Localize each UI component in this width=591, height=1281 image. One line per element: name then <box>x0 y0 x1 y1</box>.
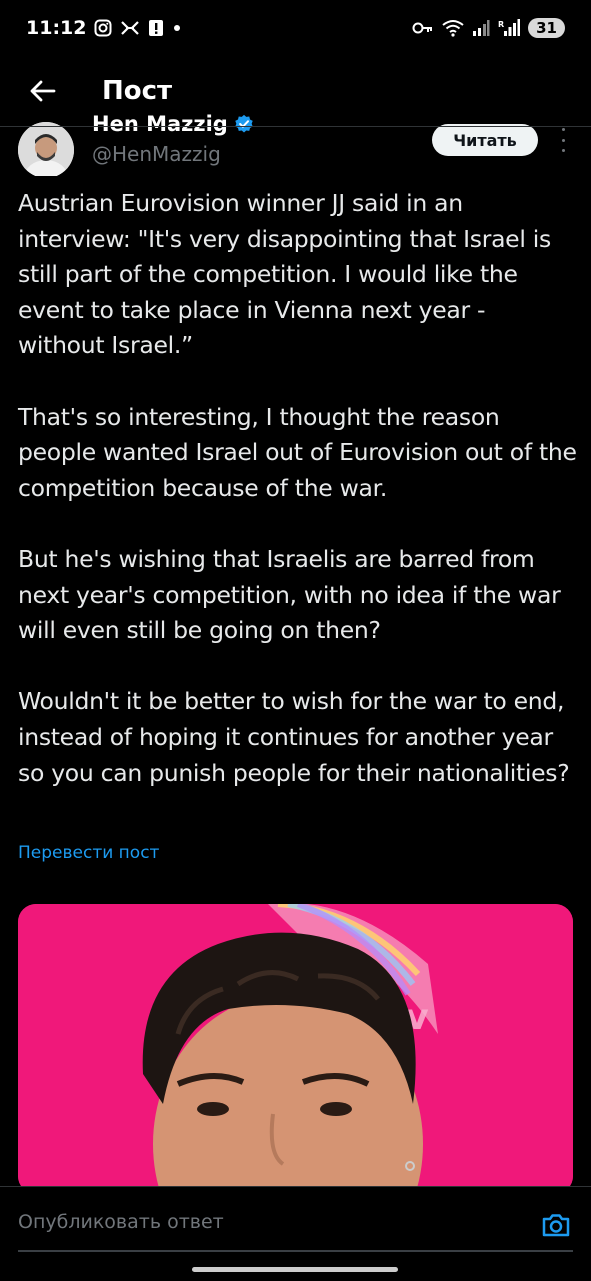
status-time: 11:12 <box>26 17 87 39</box>
post-paragraph: But he's wishing that Israelis are barre… <box>18 544 561 645</box>
avatar[interactable] <box>18 122 74 176</box>
post-media-image[interactable]: tv <box>18 904 573 1194</box>
back-arrow-icon[interactable] <box>22 71 62 111</box>
follow-button[interactable]: Читать <box>432 124 538 156</box>
post-paragraph: That's so interesting, I thought the rea… <box>18 402 577 502</box>
home-indicator[interactable] <box>192 1267 398 1272</box>
signal-roaming-icon: R <box>498 19 521 36</box>
wifi-icon <box>442 20 464 37</box>
author-handle[interactable]: @HenMazzig <box>92 142 221 166</box>
more-options-icon[interactable] <box>556 128 570 152</box>
instagram-icon <box>94 19 112 37</box>
status-bar: 11:12 R 31 <box>0 0 591 56</box>
verified-badge-icon <box>235 114 253 133</box>
key-icon <box>412 22 433 34</box>
reply-input[interactable]: Опубликовать ответ <box>18 1211 224 1233</box>
post-paragraph: Wouldn't it be better to wish for the wa… <box>18 687 570 787</box>
reply-bar: Опубликовать ответ <box>0 1186 591 1281</box>
translate-post-link[interactable]: Перевести пост <box>18 843 159 863</box>
post-author-row: Hen Mazzig @HenMazzig Читать <box>18 114 573 176</box>
author-name-text: Hen Mazzig <box>92 114 228 136</box>
post-text: Austrian Eurovision winner JJ said in an… <box>18 186 578 827</box>
media-photo: tv <box>18 904 573 1194</box>
dot-icon <box>174 25 181 31</box>
eurovision-icon <box>121 21 140 35</box>
signal-icon <box>473 20 490 36</box>
status-left: 11:12 <box>26 17 182 39</box>
post-paragraph: Austrian Eurovision winner JJ said in an… <box>18 189 551 360</box>
author-name[interactable]: Hen Mazzig <box>92 114 254 136</box>
alert-icon <box>149 20 164 36</box>
header-divider <box>0 126 591 127</box>
page-title: Пост <box>102 76 173 106</box>
reply-underline <box>18 1250 573 1252</box>
camera-icon[interactable] <box>540 1209 572 1241</box>
status-right: R 31 <box>412 18 565 38</box>
svg-text:R: R <box>498 20 504 29</box>
battery-indicator: 31 <box>528 18 565 38</box>
